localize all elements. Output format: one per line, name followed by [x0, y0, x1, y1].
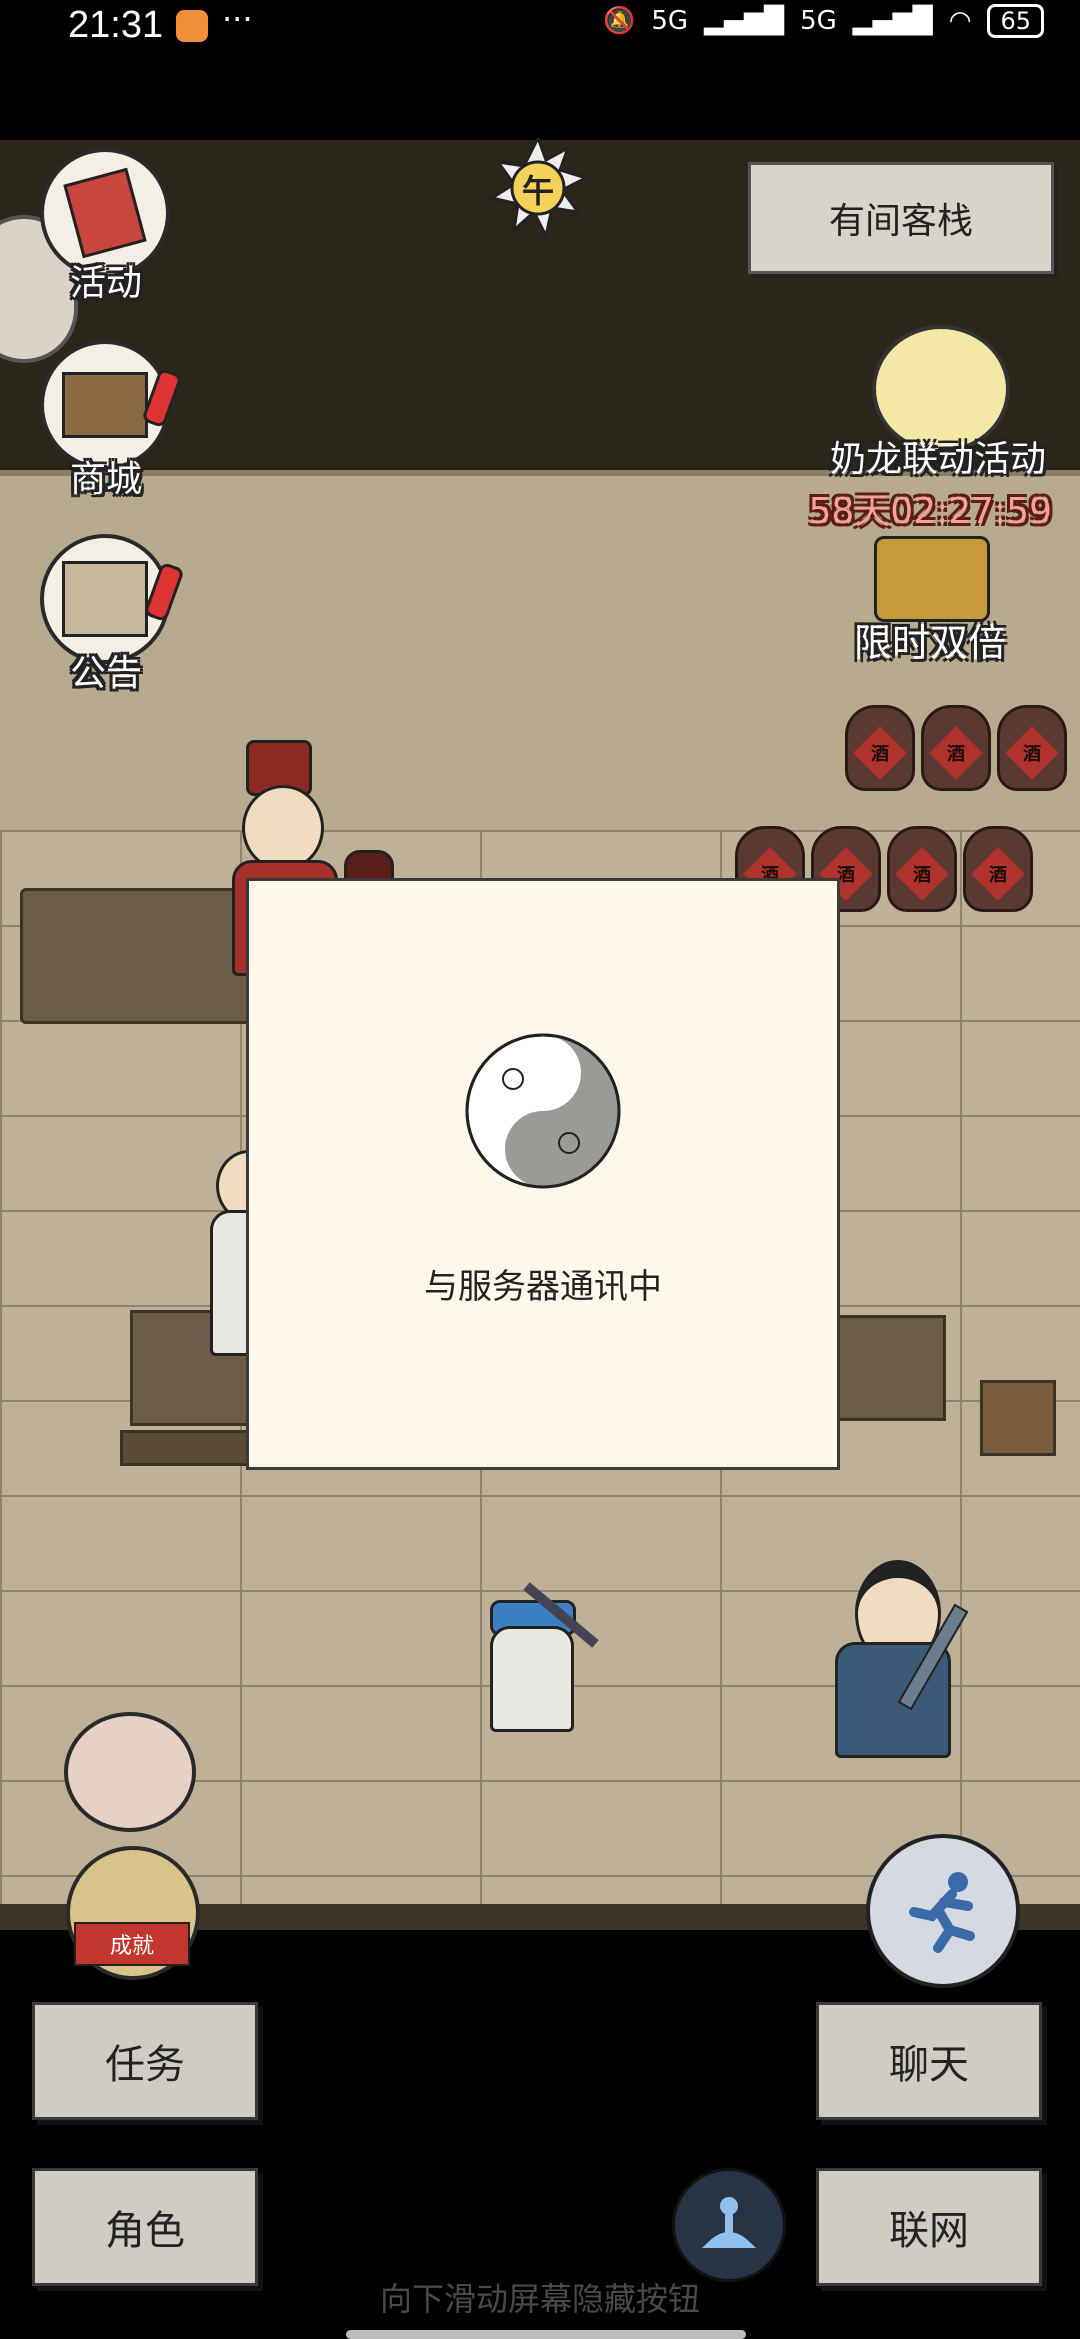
counter-table: [20, 888, 256, 1024]
battery-indicator: 65: [987, 4, 1044, 38]
home-indicator[interactable]: [346, 2330, 746, 2339]
swordsman-character[interactable]: [815, 1560, 975, 1770]
wine-jar: 酒: [921, 705, 991, 791]
hide-buttons-hint: 向下滑动屏幕隐藏按钮: [379, 2280, 700, 2318]
menu-item-shop[interactable]: 商城: [40, 340, 200, 500]
menu-item-activity[interactable]: 活动: [40, 148, 200, 308]
wine-jar: 酒: [963, 826, 1033, 912]
status-indicators: 🔕 5G ▂▄▆█ 5G ▂▄▆█ ◠ 65: [603, 4, 1044, 38]
notification-app-icon: [176, 10, 208, 42]
event-title[interactable]: 奶龙联动活动: [830, 430, 1046, 482]
treasure-chest-icon[interactable]: [874, 536, 990, 622]
jar-text: 酒: [1023, 744, 1041, 765]
chat-button[interactable]: 聊天: [816, 2002, 1042, 2120]
task-button[interactable]: 任务: [32, 2002, 258, 2120]
stool: [980, 1380, 1056, 1456]
status-time: 21:31: [68, 4, 164, 46]
menu-label-shop: 商城: [69, 459, 142, 500]
signal-label-2: 5G: [800, 6, 837, 36]
run-button[interactable]: [866, 1834, 1020, 1988]
jar-text: 酒: [947, 744, 965, 765]
jar-text: 酒: [871, 744, 889, 765]
connecting-message: 与服务器通讯中: [424, 1267, 662, 1307]
wine-jar: 酒: [845, 705, 915, 791]
meditate-button[interactable]: [672, 2168, 786, 2282]
jar-text: 酒: [913, 865, 931, 886]
yin-yang-icon: [465, 1033, 621, 1189]
signal-bars-icon: ▂▄▆█: [704, 6, 785, 36]
role-button[interactable]: 角色: [32, 2168, 258, 2286]
double-reward-label[interactable]: 限时双倍: [854, 612, 1006, 667]
jar-text: 酒: [989, 865, 1007, 886]
signal-bars-icon: ▂▄▆█: [852, 6, 933, 36]
wine-jar: 酒: [887, 826, 957, 912]
achievement-label[interactable]: 成就: [74, 1922, 190, 1966]
menu-item-notice[interactable]: 公告: [40, 534, 200, 694]
network-button[interactable]: 联网: [816, 2168, 1042, 2286]
meditation-icon: [701, 2197, 757, 2248]
running-figure-icon: [909, 1872, 975, 1953]
wifi-icon: ◠: [948, 6, 972, 36]
status-bar: 21:31 ··· 🔕 5G ▂▄▆█ 5G ▂▄▆█ ◠ 65: [0, 0, 1080, 60]
time-of-day-sun-icon: 午: [488, 134, 591, 241]
wine-jar-stack: 酒 酒 酒: [845, 705, 1080, 805]
character-avatar[interactable]: [64, 1712, 196, 1832]
innkeeper-head: [242, 785, 324, 871]
player-body: [490, 1626, 574, 1732]
time-of-day-label: 午: [521, 172, 554, 210]
event-timer: 58天02:27:59: [808, 491, 1053, 532]
wine-jar: 酒: [997, 705, 1067, 791]
inn-sign: 有间客栈: [748, 162, 1054, 274]
player-character[interactable]: [480, 1582, 599, 1740]
more-notifications-icon: ···: [222, 0, 253, 38]
mute-icon: 🔕: [603, 6, 636, 36]
connecting-dialog: 与服务器通讯中: [246, 878, 840, 1470]
menu-label-activity: 活动: [69, 263, 142, 304]
menu-label-notice: 公告: [69, 653, 142, 694]
signal-label-1: 5G: [651, 6, 689, 36]
